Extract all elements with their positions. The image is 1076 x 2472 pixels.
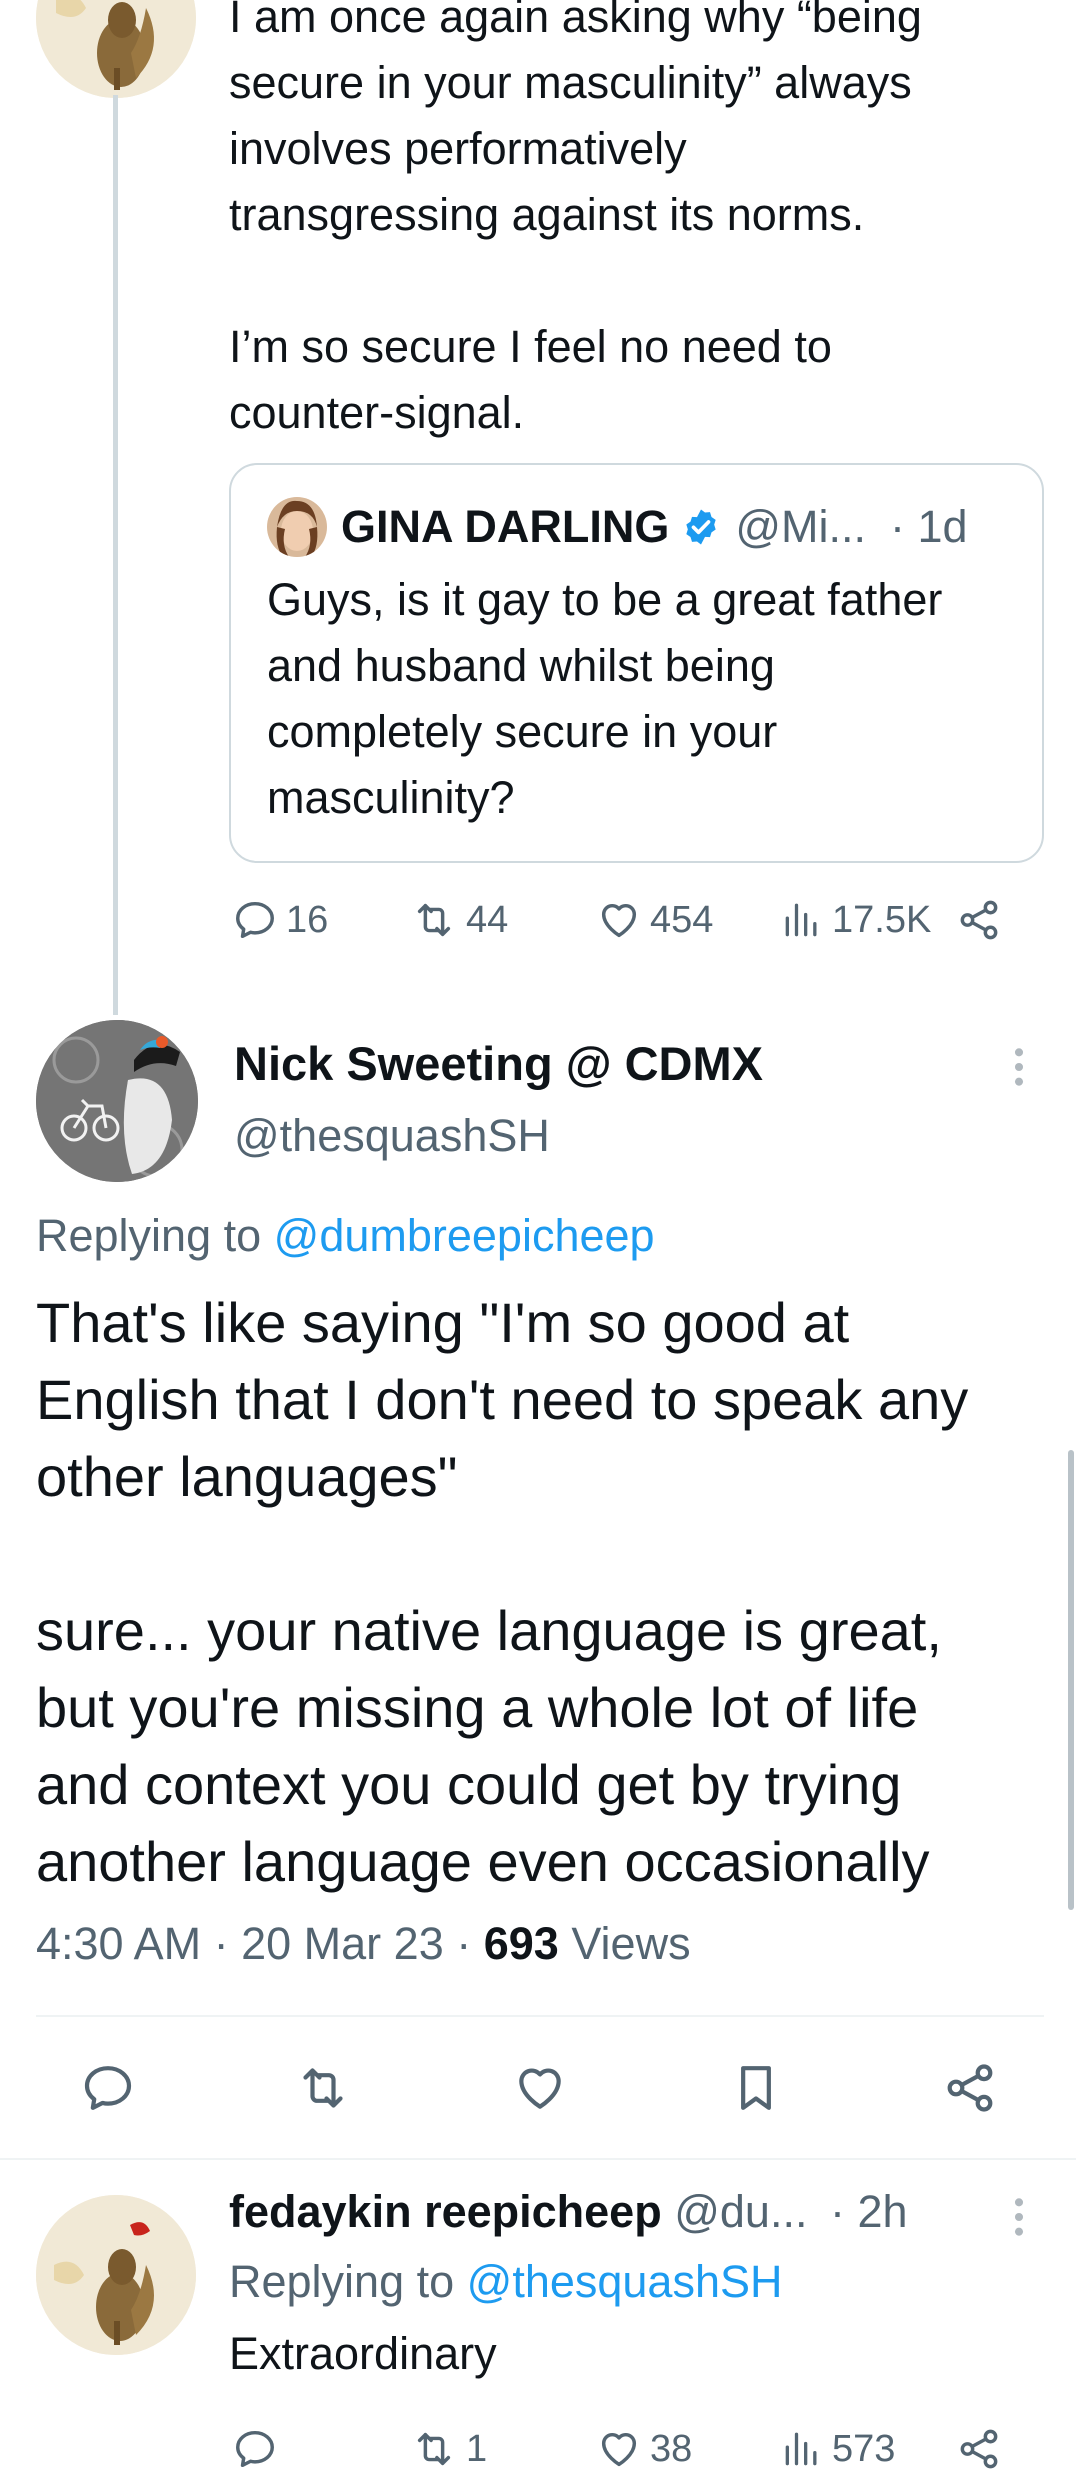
replying-to-prefix: Replying to <box>36 1210 274 1261</box>
main-author-name[interactable]: Nick Sweeting @ CDMX <box>234 1036 763 1091</box>
reply-author-line: fedaykin reepicheep @du... · 2h <box>229 2186 908 2238</box>
quoted-tweet-header: GINA DARLING @Mi... · 1d <box>267 497 968 557</box>
replying-to-prefix: Replying to <box>229 2256 467 2307</box>
like-count: 454 <box>650 898 714 941</box>
reply-button[interactable]: 16 <box>232 897 328 943</box>
share-icon <box>960 2429 998 2469</box>
main-like-button[interactable] <box>512 2060 568 2116</box>
views-number: 693 <box>483 1918 559 1969</box>
reply-reply-button[interactable] <box>232 2426 286 2472</box>
retweet-icon <box>417 903 451 937</box>
portrait-avatar-art <box>267 497 327 557</box>
reply-icon <box>236 2430 274 2468</box>
retweet-count: 44 <box>466 898 509 941</box>
thread-connector-line <box>113 95 118 1015</box>
main-tweet-text: That's like saying "I'm so good at Engli… <box>36 1291 969 1893</box>
retweet-icon <box>303 2068 343 2108</box>
quoted-tweet-time: · 1d <box>890 501 968 552</box>
heart-icon <box>601 903 637 938</box>
views-label: Views <box>571 1918 691 1969</box>
analytics-bars-icon <box>785 2432 817 2466</box>
tweet-metadata: 4:30 AM · 20 Mar 23 · 693 Views <box>36 1918 691 1970</box>
retweet-count: 1 <box>466 2427 488 2470</box>
like-count: 38 <box>650 2427 693 2470</box>
meta-separator: · <box>443 1918 484 1969</box>
verified-badge-icon <box>681 507 721 547</box>
quoted-tweet-text: Guys, is it gay to be a great father and… <box>267 574 943 823</box>
views-count: 17.5K <box>832 898 932 941</box>
reply-tweet-time: · 2h <box>829 2186 908 2237</box>
reply-like-button[interactable]: 38 <box>596 2426 692 2472</box>
parent-tweet-text: I am once again asking why “being secure… <box>229 0 922 438</box>
reply-replying-to-line: Replying to @thesquashSH <box>229 2256 783 2308</box>
reply-author-handle[interactable]: @du... <box>674 2186 807 2237</box>
replying-to-line: Replying to @dumbreepicheep <box>36 1210 655 1262</box>
share-icon <box>947 2064 993 2112</box>
reply-author-name[interactable]: fedaykin reepicheep <box>229 2186 662 2237</box>
meta-separator: · <box>201 1918 242 1969</box>
divider <box>0 2158 1076 2160</box>
share-button[interactable] <box>956 897 1002 943</box>
tweet-time: 4:30 AM <box>36 1918 202 1969</box>
reply-icon <box>84 2066 132 2110</box>
more-options-icon[interactable] <box>1010 2195 1028 2239</box>
main-author-avatar[interactable] <box>36 1020 198 1182</box>
reply-views-button[interactable]: 573 <box>780 2426 895 2472</box>
quoted-author-handle[interactable]: @Mi... <box>735 501 866 553</box>
more-options-icon[interactable] <box>1010 1045 1028 1089</box>
replying-to-link[interactable]: @thesquashSH <box>467 2256 783 2307</box>
parent-author-avatar[interactable] <box>36 0 196 98</box>
reply-share-button[interactable] <box>956 2426 1002 2472</box>
squirrel-avatar-art <box>36 2195 196 2355</box>
divider <box>36 2015 1044 2017</box>
main-retweet-button[interactable] <box>294 2060 352 2116</box>
views-button[interactable]: 17.5K <box>780 897 931 943</box>
quoted-author-avatar <box>267 497 327 557</box>
quoted-tweet-card[interactable]: GINA DARLING @Mi... · 1d Guys, is it gay… <box>229 463 1044 863</box>
paisley-portrait-avatar-art <box>36 1020 198 1182</box>
reply-tweet-text: Extraordinary <box>229 2328 497 2379</box>
analytics-bars-icon <box>785 903 817 937</box>
bookmark-icon <box>741 2066 771 2110</box>
main-share-button[interactable] <box>942 2060 998 2116</box>
like-button[interactable]: 454 <box>596 897 713 943</box>
reply-author-avatar[interactable] <box>36 2195 196 2355</box>
reply-icon <box>236 901 274 939</box>
scrollbar[interactable] <box>1068 1450 1074 1910</box>
replying-to-link[interactable]: @dumbreepicheep <box>274 1210 655 1261</box>
main-author-handle[interactable]: @thesquashSH <box>234 1110 550 1162</box>
reply-count: 16 <box>286 898 329 941</box>
reply-retweet-button[interactable]: 1 <box>410 2426 487 2472</box>
squirrel-avatar-art <box>36 0 196 98</box>
retweet-icon <box>417 2432 451 2466</box>
quoted-author-name[interactable]: GINA DARLING <box>341 501 669 553</box>
bookmark-button[interactable] <box>728 2060 784 2116</box>
share-icon <box>960 900 998 940</box>
tweet-date[interactable]: 20 Mar 23 <box>241 1918 444 1969</box>
retweet-button[interactable]: 44 <box>410 897 508 943</box>
heart-icon <box>519 2068 561 2109</box>
views-count: 573 <box>832 2427 896 2470</box>
heart-icon <box>601 2432 637 2467</box>
main-reply-button[interactable] <box>80 2060 136 2116</box>
